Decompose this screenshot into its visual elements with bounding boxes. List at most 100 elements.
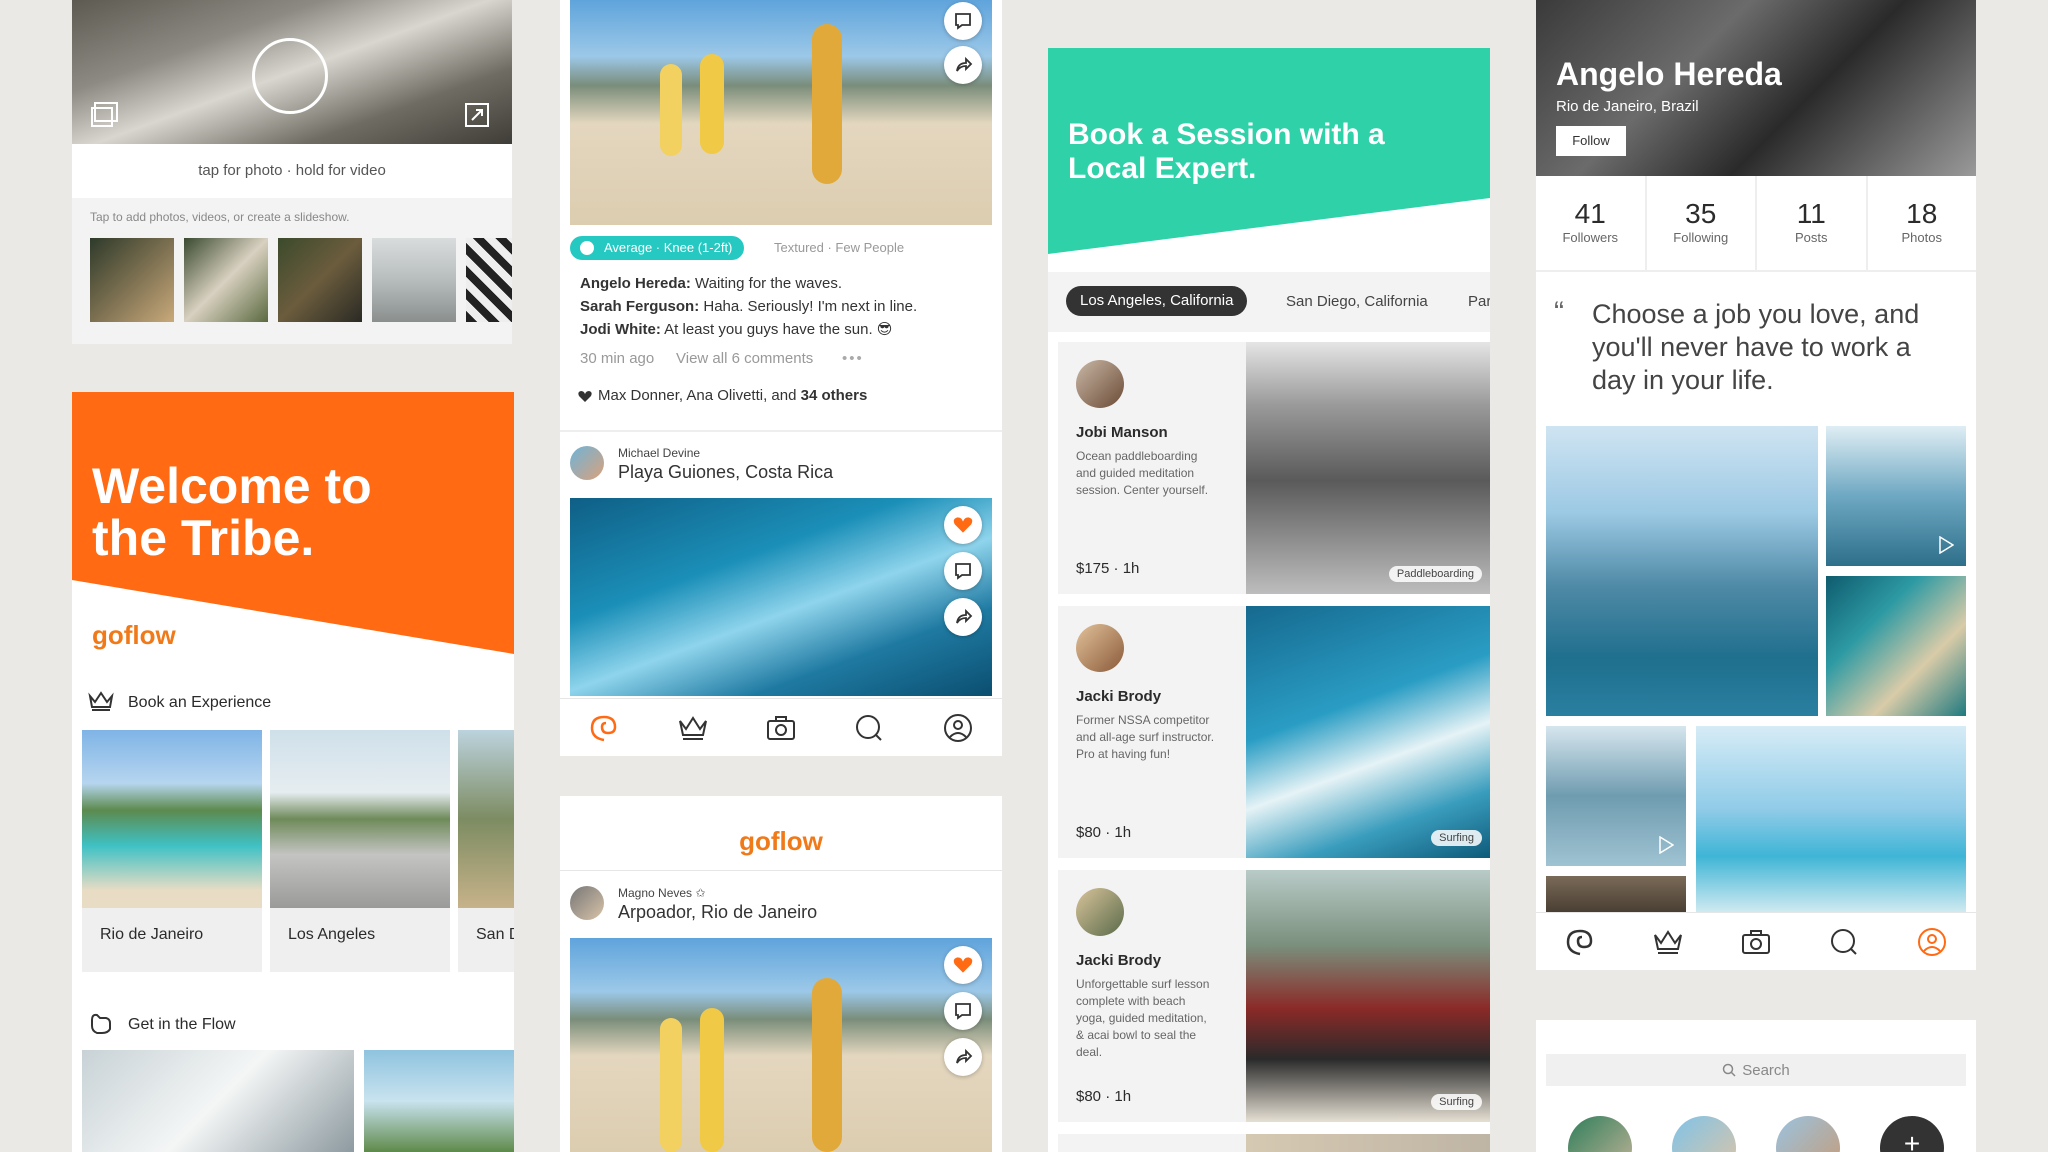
gallery-photo-6[interactable]	[1546, 876, 1686, 912]
like-button[interactable]	[944, 506, 982, 544]
gallery-photo-2[interactable]	[1826, 426, 1966, 566]
play-icon	[1939, 536, 1954, 554]
book-experience-title: Book an Experience	[128, 694, 272, 711]
thumb-5[interactable]	[466, 238, 512, 322]
post-photo-beach-2[interactable]	[570, 938, 992, 1152]
camera-icon[interactable]	[764, 711, 798, 745]
expert-card[interactable]: Jacki Brody Former NSSA competitor and a…	[1058, 606, 1490, 858]
share-icon	[956, 608, 973, 624]
gallery-photo-3[interactable]	[1826, 576, 1966, 716]
stat-posts[interactable]: 11 Posts	[1757, 176, 1868, 270]
post-photo-beach[interactable]	[570, 0, 992, 225]
surf-condition-badge: Average · Knee (1-2ft)	[570, 236, 745, 260]
profile-quote: Choose a job you love, and you'll never …	[1592, 299, 1920, 395]
avatar[interactable]	[1776, 1116, 1840, 1152]
experts-card: Book a Session with a Local Expert. Los …	[1048, 48, 1490, 1152]
search-card: Search +	[1536, 1020, 1976, 1152]
activity-tag: Paddleboarding	[1388, 566, 1482, 582]
avatar	[1076, 888, 1124, 936]
post-photo-wave[interactable]	[570, 498, 992, 696]
profile-icon[interactable]	[1915, 925, 1949, 959]
expert-price: $80 · 1h	[1076, 824, 1132, 841]
comment-button[interactable]	[944, 992, 982, 1030]
expand-icon[interactable]	[464, 102, 490, 128]
welcome-card: Welcome to the Tribe. goflow Book an Exp…	[72, 392, 514, 1152]
profile-icon[interactable]	[941, 711, 975, 745]
search-icon	[1722, 1063, 1736, 1077]
search-icon[interactable]	[852, 711, 886, 745]
like-button[interactable]	[944, 946, 982, 984]
experts-headline: Book a Session with a Local Expert.	[1068, 118, 1385, 185]
bottom-nav	[560, 698, 1002, 756]
gallery-photo-5[interactable]	[1696, 726, 1966, 912]
activity-tag: Surfing	[1431, 1094, 1482, 1110]
avatar[interactable]	[1568, 1116, 1632, 1152]
comment-row: Angelo Hereda: Waiting for the waves.	[580, 275, 843, 292]
divider	[560, 870, 1002, 871]
stat-following[interactable]: 35 Following	[1647, 176, 1757, 270]
search-input[interactable]: Search	[1742, 1062, 1790, 1079]
place-card-sd[interactable]: San D	[458, 730, 514, 972]
heart-icon	[953, 517, 973, 533]
stat-followers[interactable]: 41 Followers	[1536, 176, 1647, 270]
gallery-photo-4[interactable]	[1546, 726, 1686, 866]
flow-photo-1[interactable]	[82, 1050, 354, 1152]
post-username[interactable]: Michael Devine	[618, 446, 700, 460]
flow-icon[interactable]	[587, 711, 621, 745]
location-tab[interactable]: San Diego, California	[1286, 293, 1428, 310]
avatar[interactable]	[570, 886, 604, 920]
gallery-photo-1[interactable]	[1546, 426, 1818, 716]
camera-card: tap for photo · hold for video Tap to ad…	[72, 0, 512, 344]
thumb-3[interactable]	[278, 238, 362, 322]
shutter-button[interactable]	[252, 38, 328, 114]
crown-icon[interactable]	[676, 711, 710, 745]
rio-photo	[82, 730, 262, 908]
stats-row: 41 Followers 35 Following 11 Posts 18 Photos	[1536, 176, 1976, 272]
post-time: 30 min ago	[580, 350, 655, 367]
bottom-nav	[1536, 912, 1976, 970]
post-username[interactable]: Magno Neves ✩	[618, 886, 705, 900]
crown-icon	[88, 691, 114, 711]
flow-photo-2[interactable]	[364, 1050, 514, 1152]
gallery-icon[interactable]	[90, 100, 120, 130]
stat-photos[interactable]: 18 Photos	[1868, 176, 1977, 270]
search-icon[interactable]	[1827, 925, 1861, 959]
location-tab-active[interactable]: Los Angeles, California	[1066, 286, 1248, 316]
thumb-4[interactable]	[372, 238, 456, 322]
place-card-la[interactable]: Los Angeles	[270, 730, 450, 972]
thumb-1[interactable]	[90, 238, 174, 322]
add-friend-button[interactable]: +	[1880, 1116, 1944, 1152]
place-label: San D	[476, 926, 514, 943]
comment-button[interactable]	[944, 552, 982, 590]
place-card-rio[interactable]: Rio de Janeiro	[82, 730, 262, 972]
la-photo	[270, 730, 450, 908]
expert-desc: Former NSSA competitor and all-age surf …	[1076, 713, 1215, 761]
avatar[interactable]	[570, 446, 604, 480]
avatar[interactable]	[1672, 1116, 1736, 1152]
follow-button[interactable]: Follow	[1556, 126, 1626, 156]
camera-viewfinder[interactable]	[72, 0, 512, 144]
expert-card[interactable]: Jacki Brody Unforgettable surf lesson co…	[1058, 870, 1490, 1122]
wave-icon	[580, 241, 594, 255]
share-button[interactable]	[944, 598, 982, 636]
expert-card[interactable]	[1058, 1134, 1490, 1152]
view-all-comments[interactable]: View all 6 comments	[676, 350, 813, 367]
expert-card[interactable]: Jobi Manson Ocean paddleboarding and gui…	[1058, 342, 1490, 594]
thumb-2[interactable]	[184, 238, 268, 322]
expert-photo	[1246, 1134, 1490, 1152]
expert-photo: Paddleboarding	[1246, 342, 1490, 594]
camera-icon[interactable]	[1739, 925, 1773, 959]
comment-button[interactable]	[944, 2, 982, 40]
crown-icon[interactable]	[1651, 925, 1685, 959]
search-bar[interactable]: Search	[1546, 1054, 1966, 1086]
share-button[interactable]	[944, 1038, 982, 1076]
expert-desc: Ocean paddleboarding and guided meditati…	[1076, 449, 1209, 497]
expert-price: $80 · 1h	[1076, 1088, 1132, 1105]
more-icon[interactable]: •••	[842, 350, 864, 367]
shaka-icon	[91, 1013, 111, 1034]
flow-icon[interactable]	[1563, 925, 1597, 959]
divider	[560, 430, 1002, 432]
profile-card: Angelo Hereda Rio de Janeiro, Brazil Fol…	[1536, 0, 1976, 970]
share-button[interactable]	[944, 46, 982, 84]
location-tab[interactable]: Par	[1468, 293, 1490, 310]
